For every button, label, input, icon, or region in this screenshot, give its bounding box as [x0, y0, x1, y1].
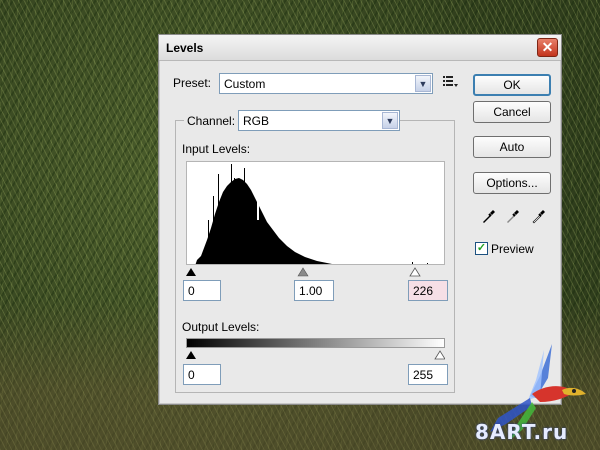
watermark-text: 8ART.ru [475, 420, 569, 444]
chevron-down-icon: ▼ [415, 75, 431, 92]
dialog-title: Levels [166, 41, 204, 55]
chevron-down-icon: ▼ [382, 112, 398, 129]
channel-label: Channel: [184, 114, 239, 128]
title-bar[interactable]: Levels ✕ [159, 35, 561, 61]
preset-dropdown[interactable]: Custom ▼ [219, 73, 433, 94]
output-gradient-bar [186, 338, 445, 348]
channel-dropdown[interactable]: RGB ▼ [238, 110, 400, 131]
auto-button[interactable]: Auto [473, 136, 551, 158]
input-levels-label: Input Levels: [182, 142, 251, 156]
channel-value: RGB [243, 114, 270, 128]
close-icon: ✕ [541, 39, 554, 55]
black-eyedropper-icon[interactable] [481, 208, 497, 224]
input-black-field[interactable]: 0 [183, 280, 221, 301]
close-button[interactable]: ✕ [537, 38, 558, 57]
histogram-graph [195, 164, 428, 264]
input-white-field[interactable]: 226 [408, 280, 448, 301]
output-slider[interactable] [186, 348, 446, 360]
options-button[interactable]: Options... [473, 172, 551, 194]
output-levels-label: Output Levels: [182, 320, 260, 334]
preview-label: Preview [491, 242, 534, 256]
gray-eyedropper-icon[interactable] [505, 208, 521, 224]
list-options-icon[interactable] [442, 73, 458, 89]
histogram [186, 161, 445, 265]
output-black-field[interactable]: 0 [183, 364, 221, 385]
preview-checkbox[interactable]: ✓ [475, 242, 488, 255]
input-slider[interactable] [186, 265, 445, 277]
preset-value: Custom [224, 77, 266, 91]
white-eyedropper-icon[interactable] [531, 208, 547, 224]
cancel-button[interactable]: Cancel [473, 101, 551, 123]
input-gamma-field[interactable]: 1.00 [294, 280, 334, 301]
ok-button[interactable]: OK [473, 74, 551, 96]
preset-label: Preset: [173, 76, 212, 90]
output-white-field[interactable]: 255 [408, 364, 448, 385]
